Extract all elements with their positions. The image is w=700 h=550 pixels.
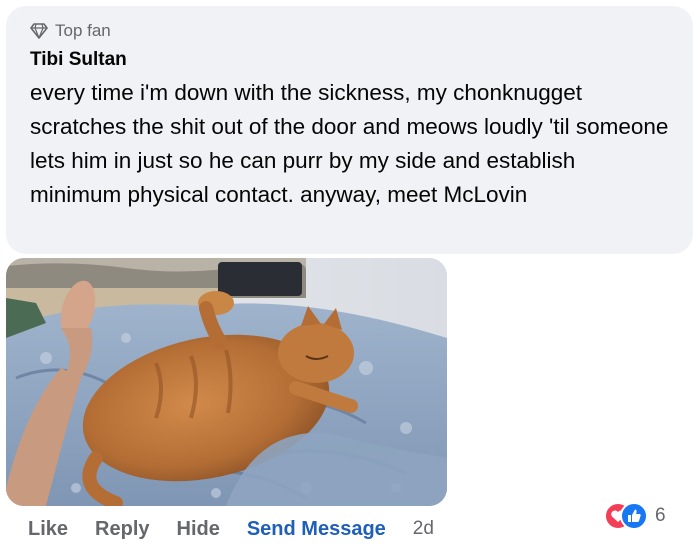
comment-bubble: Top fan Tibi Sultan every time i'm down … — [6, 6, 693, 254]
reaction-count: 6 — [655, 505, 666, 526]
cat-photo-image — [6, 258, 447, 506]
comment-timestamp[interactable]: 2d — [413, 518, 434, 540]
like-reaction-icon — [620, 502, 648, 530]
send-message-button[interactable]: Send Message — [247, 518, 386, 541]
badge-label: Top fan — [55, 21, 111, 40]
comment-photo[interactable] — [6, 258, 447, 506]
top-fan-badge[interactable]: Top fan — [30, 20, 673, 42]
diamond-icon — [30, 23, 48, 39]
comment-text: every time i'm down with the sickness, m… — [30, 80, 669, 207]
comment-author[interactable]: Tibi Sultan — [30, 48, 673, 72]
like-button[interactable]: Like — [28, 518, 68, 541]
reply-button[interactable]: Reply — [95, 518, 149, 541]
comment-actions: Like Reply Hide Send Message 2d — [28, 516, 434, 542]
hide-button[interactable]: Hide — [177, 518, 220, 541]
comment: Top fan Tibi Sultan every time i'm down … — [0, 0, 700, 550]
reaction-icons — [604, 502, 648, 530]
reaction-summary[interactable]: 6 — [603, 501, 666, 531]
